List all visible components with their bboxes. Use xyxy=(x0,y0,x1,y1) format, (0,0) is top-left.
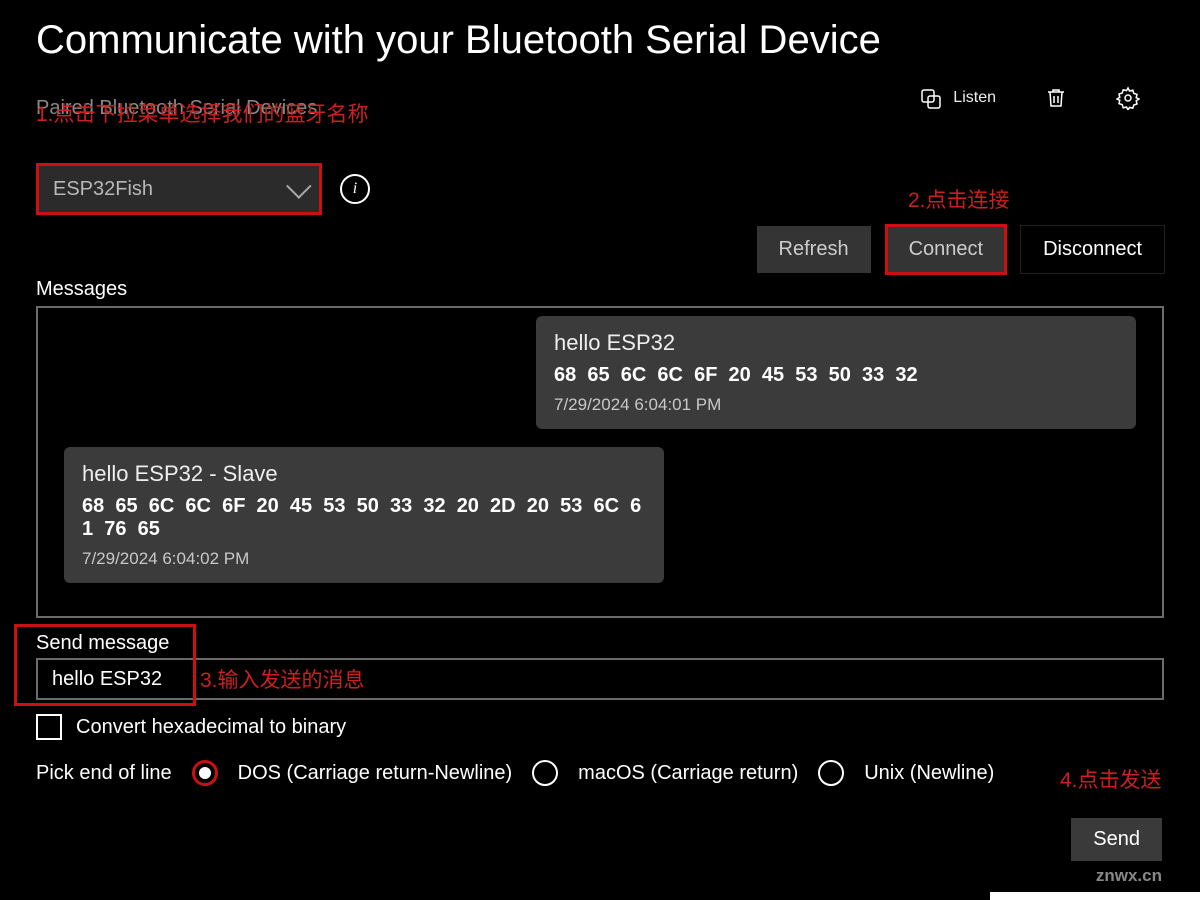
listen-button[interactable]: Listen xyxy=(919,86,996,110)
eol-option-dos: DOS (Carriage return-Newline) xyxy=(238,762,513,785)
listen-label: Listen xyxy=(953,89,996,107)
eol-radio-dos[interactable] xyxy=(192,760,218,786)
settings-button[interactable] xyxy=(1116,86,1140,110)
messages-panel[interactable]: hello ESP32 68 65 6C 6C 6F 20 45 53 50 3… xyxy=(36,306,1164,618)
message-timestamp: 7/29/2024 6:04:02 PM xyxy=(82,549,646,569)
page-title: Communicate with your Bluetooth Serial D… xyxy=(0,0,1200,73)
eol-label: Pick end of line xyxy=(36,762,172,785)
annotation-1: 1.点击下拉菜单选择我们的蓝牙名称 xyxy=(36,98,369,128)
action-buttons: Refresh Connect Disconnect xyxy=(757,226,1164,273)
eol-radio-macos[interactable] xyxy=(532,760,558,786)
connect-button[interactable]: Connect xyxy=(887,226,1006,273)
message-timestamp: 7/29/2024 6:04:01 PM xyxy=(554,395,1118,415)
refresh-button[interactable]: Refresh xyxy=(757,226,871,273)
convert-label: Convert hexadecimal to binary xyxy=(76,716,346,739)
message-hex: 68 65 6C 6C 6F 20 45 53 50 33 32 20 2D 2… xyxy=(82,495,646,541)
message-hex: 68 65 6C 6C 6F 20 45 53 50 33 32 xyxy=(554,364,1118,387)
watermark: znwx.cn xyxy=(1096,866,1162,886)
send-button[interactable]: Send xyxy=(1071,818,1162,861)
devices-selected: ESP32Fish xyxy=(53,178,287,201)
eol-row: Pick end of line DOS (Carriage return-Ne… xyxy=(36,760,994,786)
convert-checkbox[interactable] xyxy=(36,714,62,740)
annotation-2: 2.点击连接 xyxy=(908,184,1010,214)
delete-button[interactable] xyxy=(1044,86,1068,110)
eol-radio-unix[interactable] xyxy=(818,760,844,786)
eol-option-macos: macOS (Carriage return) xyxy=(578,762,798,785)
message-out: hello ESP32 68 65 6C 6C 6F 20 45 53 50 3… xyxy=(536,316,1136,429)
gear-icon xyxy=(1116,86,1140,110)
message-text: hello ESP32 xyxy=(554,330,1118,356)
eol-option-unix: Unix (Newline) xyxy=(864,762,994,785)
chevron-down-icon xyxy=(286,173,311,198)
send-label: Send message xyxy=(36,632,169,655)
convert-row: Convert hexadecimal to binary xyxy=(36,714,346,740)
listen-icon xyxy=(919,86,943,110)
send-input[interactable] xyxy=(52,668,1148,691)
messages-label: Messages xyxy=(36,278,127,301)
message-in: hello ESP32 - Slave 68 65 6C 6C 6F 20 45… xyxy=(64,447,664,583)
info-icon[interactable]: i xyxy=(340,174,370,204)
toolbar: Listen xyxy=(919,86,1140,110)
send-input-wrap xyxy=(36,658,1164,700)
trash-icon xyxy=(1044,86,1068,110)
annotation-4: 4.点击发送 xyxy=(1060,764,1162,794)
devices-dropdown[interactable]: ESP32Fish xyxy=(36,163,322,215)
message-text: hello ESP32 - Slave xyxy=(82,461,646,487)
disconnect-button[interactable]: Disconnect xyxy=(1021,226,1164,273)
footer-strip xyxy=(990,892,1200,900)
